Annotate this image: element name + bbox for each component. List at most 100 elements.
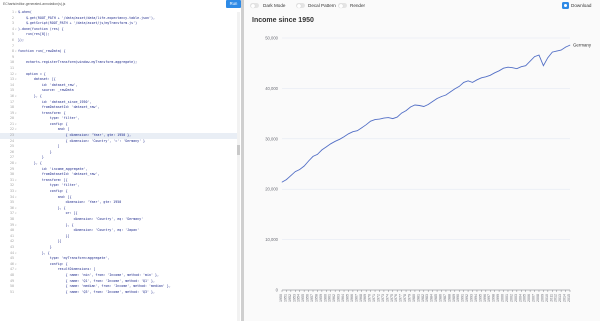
y-tick-label: 30,000 [265, 136, 278, 141]
x-tick-label: 1973 [381, 294, 385, 302]
x-tick-label: 1976 [394, 294, 398, 302]
code-line[interactable]: 51 { name: 'Q3', from: 'Income', method:… [0, 290, 237, 296]
x-tick-label: 1991 [461, 294, 465, 302]
x-tick-label: 1987 [443, 294, 447, 302]
x-tick-label: 1959 [319, 294, 323, 302]
data-point [525, 65, 526, 67]
data-point [503, 67, 504, 69]
camera-icon[interactable] [562, 2, 569, 9]
data-point [308, 160, 309, 162]
render-toggle[interactable] [338, 3, 347, 8]
data-point [343, 136, 345, 138]
x-tick-label: 1954 [297, 294, 301, 302]
x-tick-label: 1966 [350, 294, 354, 302]
data-point [348, 133, 349, 135]
data-point [330, 143, 332, 145]
x-tick-label: 1974 [385, 294, 389, 302]
data-point [370, 120, 371, 122]
x-tick-label: 2008 [536, 294, 540, 302]
data-point [294, 171, 296, 172]
x-tick-label: 1989 [452, 294, 456, 302]
render-label: Render [350, 2, 366, 8]
data-point [534, 56, 535, 57]
chart-title: Income since 1950 [252, 17, 314, 24]
data-point [365, 124, 367, 125]
data-point [317, 154, 318, 155]
data-point [383, 117, 385, 119]
x-tick-label: 1986 [439, 294, 443, 302]
y-tick-label: 20,000 [265, 187, 278, 192]
decal-pattern-label: Decal Pattern [308, 2, 336, 8]
data-point [379, 118, 380, 120]
editor-scrollbar-thumb[interactable] [237, 145, 240, 155]
x-tick-label: 1995 [478, 294, 482, 302]
data-point [463, 82, 464, 83]
data-point [458, 86, 460, 87]
code-lines[interactable]: 1 ▾ $.when(2 $.get(ROOT_PATH + '/data/asse… [0, 10, 237, 295]
data-point [467, 80, 469, 82]
data-point [321, 149, 323, 151]
data-point [547, 57, 549, 58]
x-tick-label: 2014 [563, 294, 567, 302]
x-tick-label: 1953 [292, 294, 296, 302]
data-point [529, 60, 531, 62]
x-tick-label: 1984 [430, 294, 434, 302]
data-point [507, 66, 509, 68]
x-tick-label: 2006 [527, 294, 531, 302]
data-point [498, 70, 500, 72]
x-tick-label: 1999 [496, 294, 500, 302]
data-point [565, 46, 566, 48]
x-tick-label: 2012 [554, 294, 558, 302]
x-tick-label: 1956 [306, 294, 310, 302]
data-point [281, 181, 283, 183]
editor-scrollbar[interactable] [237, 12, 240, 321]
x-tick-label: 1961 [328, 294, 332, 302]
dark-mode-toggle[interactable] [250, 3, 259, 8]
data-point [401, 112, 402, 114]
data-point [481, 77, 482, 79]
data-point [436, 98, 438, 99]
x-tick-label: 1971 [372, 294, 376, 302]
x-tick-label: 1962 [332, 294, 336, 302]
data-point [299, 169, 301, 170]
code-text[interactable]: { name: 'Q3', from: 'Income', method: 'Q… [18, 290, 155, 296]
x-tick-label: 1998 [492, 294, 496, 302]
data-point [520, 66, 522, 68]
x-tick-label: 1979 [407, 294, 411, 302]
y-tick-label: 10,000 [265, 237, 278, 242]
data-point [560, 49, 562, 51]
data-point [476, 79, 478, 81]
download-button[interactable]: Download [571, 3, 591, 8]
x-tick-label: 2011 [549, 294, 553, 302]
x-tick-label: 1990 [456, 294, 460, 302]
data-point [290, 175, 292, 176]
chart-container: Income since 1950 0 10,000 20,000 30,000 40,… [244, 12, 600, 321]
data-point [303, 165, 305, 167]
y-tick-label: 50,000 [265, 36, 278, 41]
data-point [286, 179, 287, 180]
data-point [414, 104, 416, 106]
line-number: 51 [10, 289, 14, 294]
x-tick-label: 1993 [470, 294, 474, 302]
line-chart: 010,00020,00030,00040,00050,0001950 1951 1… [265, 36, 592, 303]
data-point [441, 96, 442, 97]
code-editor-pane[interactable]: ECharts/editor-generated-annotation(s).j… [0, 0, 241, 321]
x-tick-label: 2001 [505, 294, 509, 302]
data-point [556, 50, 558, 52]
decal-pattern-toggle[interactable] [296, 3, 305, 8]
data-point [454, 88, 456, 90]
x-tick-label: 1978 [403, 294, 407, 302]
x-tick-label: 1994 [474, 294, 478, 302]
x-tick-label: 1960 [323, 294, 327, 302]
run-button[interactable]: Run [226, 0, 241, 8]
data-point [427, 104, 429, 105]
x-tick-label: 1975 [390, 294, 394, 302]
data-point [489, 74, 491, 76]
series-line [281, 44, 571, 183]
data-point [357, 130, 358, 132]
data-point [512, 67, 513, 69]
x-tick-label: 1985 [434, 294, 438, 302]
x-tick-label: 2013 [558, 294, 562, 302]
data-point [405, 110, 407, 111]
data-point [472, 82, 473, 83]
